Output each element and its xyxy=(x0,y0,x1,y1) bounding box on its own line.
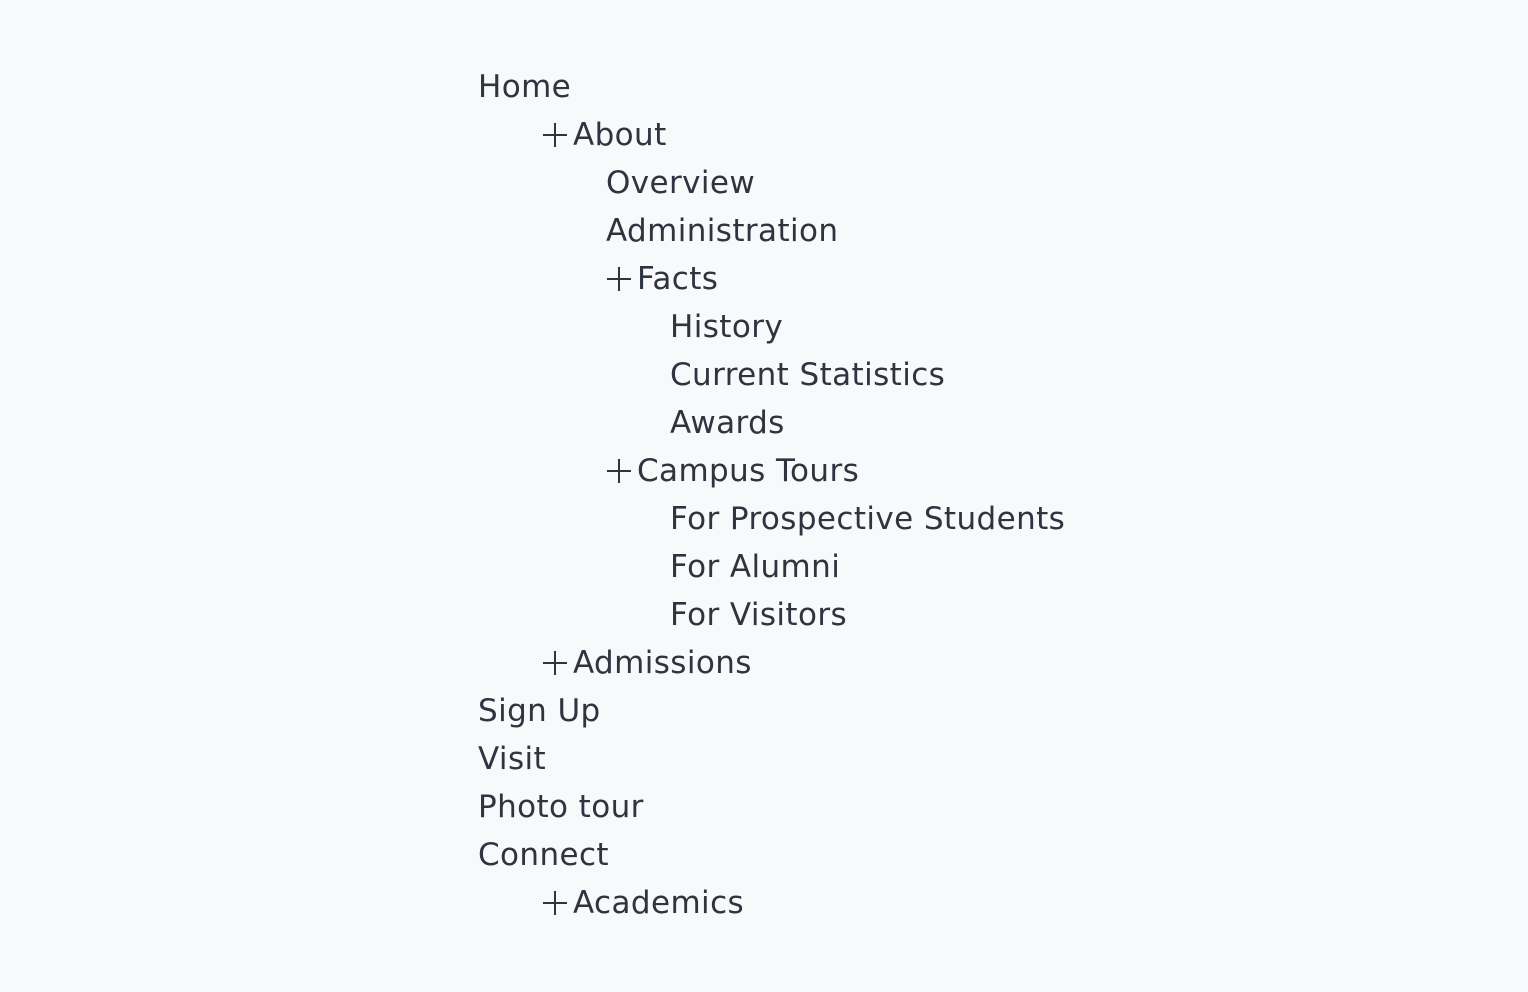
nav-item-for-alumni[interactable]: For Alumni xyxy=(478,543,1065,591)
site-navigation-tree: Home About Overview Administration Facts… xyxy=(478,63,1065,927)
nav-item-for-prospective-students[interactable]: For Prospective Students xyxy=(478,495,1065,543)
nav-item-facts[interactable]: Facts xyxy=(478,255,1065,303)
plus-icon[interactable] xyxy=(542,111,573,159)
nav-item-label: For Prospective Students xyxy=(670,501,1066,537)
nav-item-label: Home xyxy=(478,69,572,105)
nav-item-label: Photo tour xyxy=(478,789,644,825)
nav-item-label: About xyxy=(573,117,667,153)
nav-item-label: Connect xyxy=(478,837,609,873)
nav-item-label: Current Statistics xyxy=(670,357,946,393)
nav-item-for-visitors[interactable]: For Visitors xyxy=(478,591,1065,639)
nav-item-label: Overview xyxy=(606,165,756,201)
plus-icon[interactable] xyxy=(606,255,637,303)
nav-item-about[interactable]: About xyxy=(478,111,1065,159)
nav-item-overview[interactable]: Overview xyxy=(478,159,1065,207)
nav-item-awards[interactable]: Awards xyxy=(478,399,1065,447)
nav-item-label: Visit xyxy=(478,741,547,777)
nav-item-label: For Visitors xyxy=(670,597,848,633)
nav-item-academics[interactable]: Academics xyxy=(478,879,1065,927)
nav-item-administration[interactable]: Administration xyxy=(478,207,1065,255)
nav-item-visit[interactable]: Visit xyxy=(478,735,1065,783)
nav-item-connect[interactable]: Connect xyxy=(478,831,1065,879)
nav-item-photo-tour[interactable]: Photo tour xyxy=(478,783,1065,831)
nav-item-label: History xyxy=(670,309,784,345)
nav-item-sign-up[interactable]: Sign Up xyxy=(478,687,1065,735)
nav-item-label: Facts xyxy=(637,261,719,297)
nav-item-admissions[interactable]: Admissions xyxy=(478,639,1065,687)
nav-item-label: Campus Tours xyxy=(637,453,860,489)
nav-item-label: Academics xyxy=(573,885,745,921)
nav-item-label: For Alumni xyxy=(670,549,841,585)
nav-item-history[interactable]: History xyxy=(478,303,1065,351)
nav-item-home[interactable]: Home xyxy=(478,63,1065,111)
nav-item-label: Awards xyxy=(670,405,785,441)
nav-item-campus-tours[interactable]: Campus Tours xyxy=(478,447,1065,495)
plus-icon[interactable] xyxy=(542,879,573,927)
nav-item-current-statistics[interactable]: Current Statistics xyxy=(478,351,1065,399)
nav-item-label: Admissions xyxy=(573,645,752,681)
nav-item-label: Administration xyxy=(606,213,839,249)
nav-item-label: Sign Up xyxy=(478,693,601,729)
plus-icon[interactable] xyxy=(542,639,573,687)
plus-icon[interactable] xyxy=(606,447,637,495)
